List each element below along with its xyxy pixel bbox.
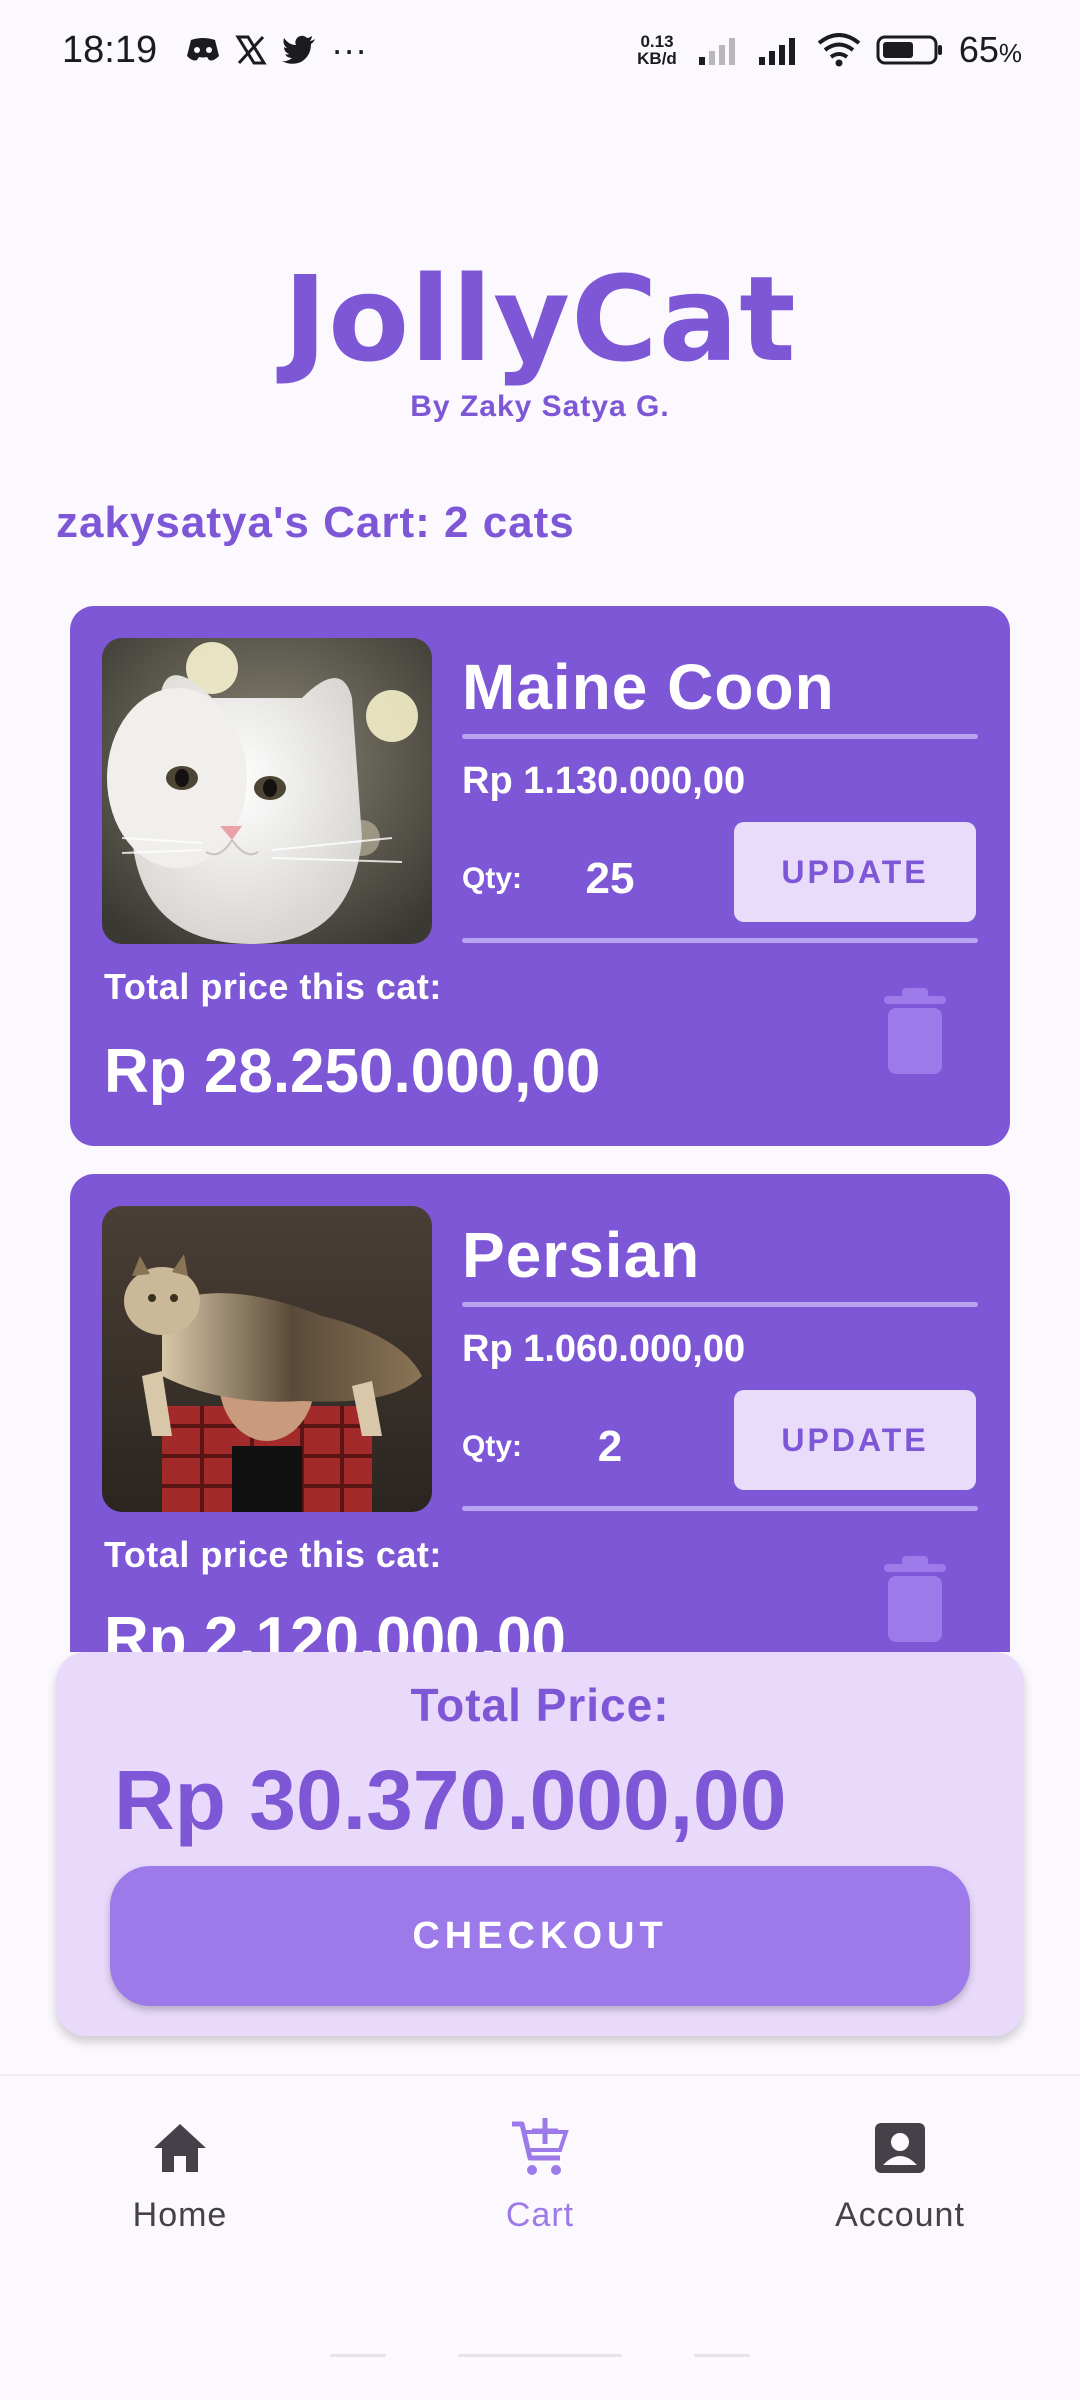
more-notifications-icon: ··· — [331, 29, 368, 70]
network-speed-unit: KB/d — [637, 49, 677, 68]
account-icon — [868, 2116, 932, 2180]
app-title: JollyCat — [283, 250, 797, 388]
delete-button[interactable] — [870, 1544, 960, 1652]
qty-label: Qty: — [462, 862, 522, 895]
cart-icon — [508, 2116, 572, 2180]
item-total-label: Total price this cat: — [104, 1534, 442, 1575]
x-icon — [235, 34, 267, 66]
cat-photo — [102, 638, 432, 944]
status-time: 18:19 — [62, 28, 158, 71]
battery-unit: % — [998, 38, 1022, 68]
trash-icon — [884, 1556, 946, 1642]
nav-item-home[interactable]: Home — [30, 2116, 330, 2256]
nav-label-home: Home — [132, 2196, 228, 2234]
bottom-navigation: Home Cart Account — [0, 2074, 1080, 2274]
checkout-panel: Total Price: Rp 30.370.000,00 CHECKOUT — [56, 1652, 1024, 2036]
grand-total-label: Total Price: — [410, 1679, 670, 1731]
status-bar: 18:19 ··· 0.13 KB/d 65% — [0, 0, 1080, 100]
cart-item: Persian Rp 1.060.000,00 Qty: 2 UPDATE To… — [70, 1174, 1010, 1652]
gesture-hint — [330, 2354, 386, 2357]
battery-value: 65 — [958, 29, 999, 70]
divider — [462, 734, 978, 739]
network-speed-value: 0.13 — [640, 32, 674, 51]
grand-total-value: Rp 30.370.000,00 — [114, 1753, 787, 1847]
battery-percent: 65% — [959, 29, 1022, 71]
cart-list[interactable]: Maine Coon Rp 1.130.000,00 Qty: 25 UPDAT… — [0, 600, 1080, 1652]
qty-value[interactable]: 2 — [540, 1422, 680, 1472]
network-speed: 0.13 KB/d — [637, 33, 677, 67]
divider — [462, 938, 978, 943]
qty-label: Qty: — [462, 1430, 522, 1463]
checkout-button[interactable]: CHECKOUT — [110, 1866, 970, 2006]
delete-button[interactable] — [870, 976, 960, 1086]
battery-icon — [875, 33, 945, 67]
nav-item-account[interactable]: Account — [750, 2116, 1050, 2256]
update-button[interactable]: UPDATE — [734, 822, 976, 922]
cart-heading: zakysatya's Cart: 2 cats — [56, 498, 575, 547]
nav-label-cart: Cart — [505, 2196, 575, 2234]
divider — [462, 1302, 978, 1307]
trash-icon — [884, 988, 946, 1074]
cat-price: Rp 1.130.000,00 — [462, 760, 746, 802]
status-left: 18:19 ··· — [62, 29, 367, 72]
update-button[interactable]: UPDATE — [734, 1390, 976, 1490]
cat-name: Maine Coon — [462, 651, 835, 723]
item-total-value: Rp 28.250.000,00 — [104, 1037, 601, 1106]
cat-photo — [102, 1206, 432, 1512]
home-icon — [148, 2116, 212, 2180]
status-right: 0.13 KB/d 65% — [637, 29, 1022, 71]
qty-value[interactable]: 25 — [540, 854, 680, 904]
app-subtitle: By Zaky Satya G. — [410, 390, 670, 423]
gesture-hint — [694, 2354, 750, 2357]
nav-label-account: Account — [835, 2196, 965, 2234]
gesture-hint — [458, 2354, 622, 2357]
item-total-value: Rp 2.120.000,00 — [104, 1605, 566, 1652]
signal-icon — [757, 35, 803, 65]
divider — [462, 1506, 978, 1511]
cart-item: Maine Coon Rp 1.130.000,00 Qty: 25 UPDAT… — [70, 606, 1010, 1146]
item-total-label: Total price this cat: — [104, 966, 442, 1007]
signal-icon — [697, 35, 743, 65]
wifi-icon — [817, 33, 861, 67]
cat-price: Rp 1.060.000,00 — [462, 1328, 746, 1370]
twitter-icon — [281, 35, 317, 65]
nav-item-cart[interactable]: Cart — [390, 2116, 690, 2256]
discord-icon — [185, 36, 221, 64]
cat-name: Persian — [462, 1219, 701, 1291]
